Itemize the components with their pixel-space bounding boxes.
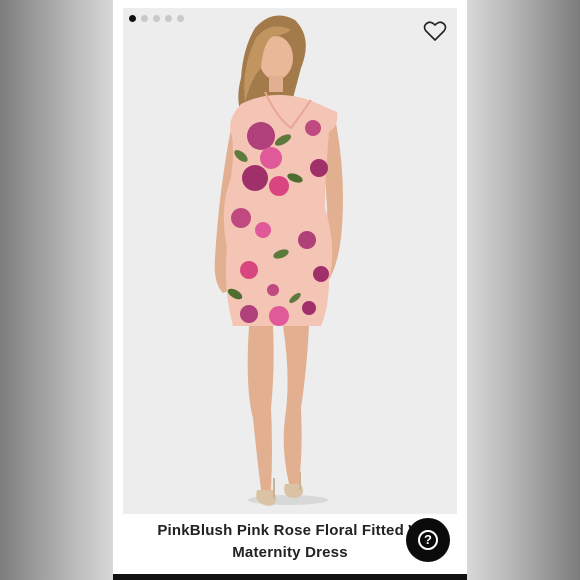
pagination-dot[interactable] bbox=[141, 15, 148, 22]
help-button[interactable]: ? bbox=[406, 518, 450, 562]
product-title-line1: PinkBlush Pink Rose Floral Fitted W bbox=[157, 522, 423, 539]
product-title-line2: Maternity Dress bbox=[232, 544, 348, 561]
bottom-bar bbox=[113, 574, 467, 580]
gallery-pagination bbox=[129, 15, 184, 22]
right-background-blur bbox=[467, 0, 580, 580]
help-circle-icon: ? bbox=[418, 530, 438, 550]
product-title: PinkBlush Pink Rose Floral Fitted W Mate… bbox=[131, 520, 449, 564]
pagination-dot[interactable] bbox=[165, 15, 172, 22]
pagination-dot[interactable] bbox=[153, 15, 160, 22]
product-card: PinkBlush Pink Rose Floral Fitted W Mate… bbox=[113, 0, 467, 580]
left-background-blur bbox=[0, 0, 113, 580]
model-photo bbox=[214, 15, 343, 506]
product-image[interactable] bbox=[123, 8, 457, 514]
pagination-dot-active[interactable] bbox=[129, 15, 136, 22]
heart-outline-icon[interactable] bbox=[423, 20, 447, 42]
pagination-dot[interactable] bbox=[177, 15, 184, 22]
